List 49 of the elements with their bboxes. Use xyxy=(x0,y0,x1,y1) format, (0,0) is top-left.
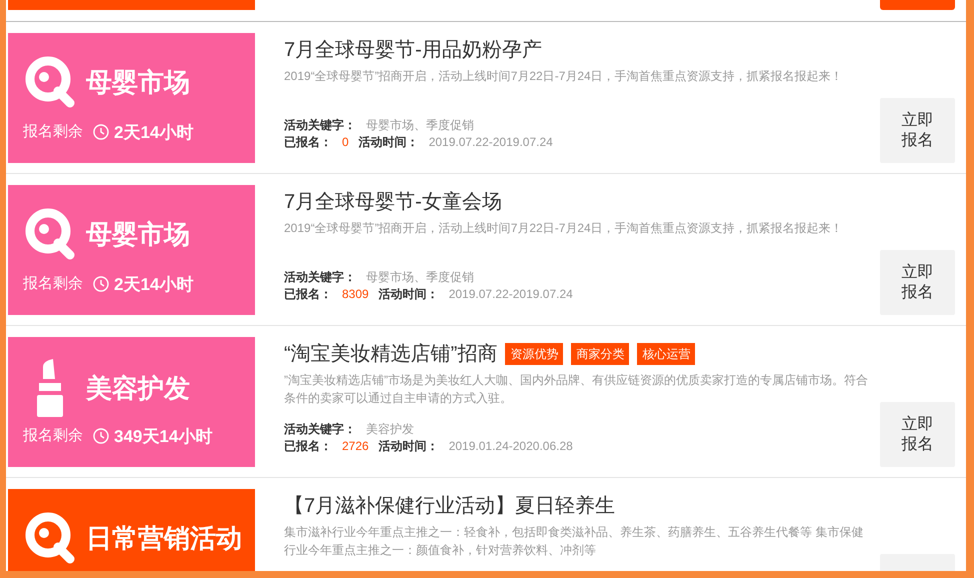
register-button[interactable]: 立即报名 xyxy=(880,402,955,467)
keywords-label: 活动关键字： xyxy=(284,117,356,134)
registered-count: 0 xyxy=(342,134,349,151)
banner-title: 母婴市场 xyxy=(86,218,190,250)
register-button[interactable]: 立即报名 xyxy=(880,250,955,315)
tag: 商家分类 xyxy=(571,343,630,365)
tag: 资源优势 xyxy=(505,343,564,365)
registered-count: 8309 xyxy=(342,286,369,303)
activity-title: “淘宝美妆精选店铺”招商 xyxy=(284,342,498,367)
banner-title: 美容护发 xyxy=(86,372,190,404)
registered-count: 2726 xyxy=(342,438,369,455)
activity-title: 7月全球母婴节-女童会场 xyxy=(284,190,502,215)
countdown-label: 报名剩余 xyxy=(23,274,83,294)
countdown-label: 报名剩余 xyxy=(23,426,83,446)
activity-description: ”淘宝美妆精选店铺”市场是为美妆红人大咖、国内外品牌、有供应链资源的优质卖家打造的专属店铺市场。符合条件的卖家可以通过自主申请的方式入驻。 xyxy=(284,372,869,407)
search-icon xyxy=(24,511,76,565)
register-button[interactable]: 立即报名 xyxy=(880,98,955,163)
clock-icon xyxy=(93,276,109,292)
countdown-value: 349天14小时 xyxy=(114,426,212,448)
search-icon xyxy=(24,207,76,261)
banner-title: 日常营销活动 xyxy=(86,522,242,554)
registered-label: 已报名： xyxy=(284,286,332,303)
time-value: 2019.07.22-2019.07.24 xyxy=(448,286,573,303)
activity-description: 集市滋补行业今年重点主推之一：轻食补，包括即食类滋补品、养生茶、药膳养生、五谷养生代餐等 集市保健行业今年重点主推之一：颜值食补，针对营养饮料、冲剂等 xyxy=(284,524,864,559)
keywords-value: 母婴市场、季度促销 xyxy=(366,269,474,286)
clock-icon xyxy=(93,428,109,444)
keywords-value: 美容护发 xyxy=(366,421,414,438)
countdown-value: 2天14小时 xyxy=(114,274,194,296)
activity-title: 7月全球母婴节-用品奶粉孕产 xyxy=(284,38,542,63)
time-label: 活动时间： xyxy=(378,286,439,303)
countdown-value: 2天14小时 xyxy=(114,122,194,144)
keywords-value: 母婴市场、季度促销 xyxy=(366,117,474,134)
activity-title: 【7月滋补保健行业活动】夏日轻养生 xyxy=(284,494,616,519)
banner-title: 母婴市场 xyxy=(86,66,190,98)
time-value: 2019.07.22-2019.07.24 xyxy=(428,134,553,151)
search-icon xyxy=(24,55,76,109)
tag: 核心运营 xyxy=(637,343,696,365)
activity-description: 2019“全球母婴节”招商开启，活动上线时间7月22日-7月24日，手淘首焦重点资源支持，抓紧报名报起来！ xyxy=(284,220,844,237)
countdown-label: 报名剩余 xyxy=(23,122,83,142)
time-value: 2019.01.24-2020.06.28 xyxy=(448,438,573,455)
lipstick-icon xyxy=(35,359,65,417)
registered-label: 已报名： xyxy=(284,438,332,455)
registered-label: 已报名： xyxy=(284,134,332,151)
keywords-label: 活动关键字： xyxy=(284,421,356,438)
clock-icon xyxy=(93,124,109,140)
time-label: 活动时间： xyxy=(378,438,439,455)
time-label: 活动时间： xyxy=(358,134,419,151)
keywords-label: 活动关键字： xyxy=(284,269,356,286)
activity-description: 2019“全球母婴节”招商开启，活动上线时间7月22日-7月24日，手淘首焦重点资源支持，抓紧报名报起来！ xyxy=(284,68,844,85)
